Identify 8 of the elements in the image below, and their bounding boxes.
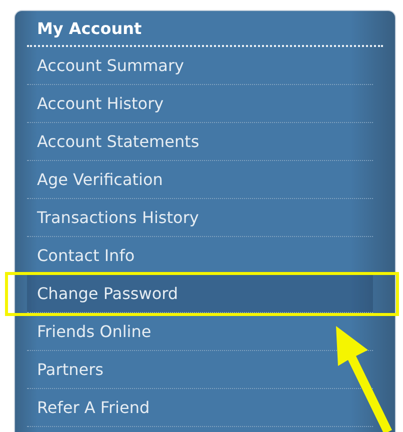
- menu-item[interactable]: Change Password: [27, 275, 373, 313]
- menu-item[interactable]: Account Summary: [27, 47, 373, 85]
- menu-item[interactable]: Contact Info: [27, 237, 373, 275]
- menu-item[interactable]: Age Verification: [27, 161, 373, 199]
- menu-item[interactable]: Transactions History: [27, 199, 373, 237]
- menu-item[interactable]: Account Statements: [27, 123, 373, 161]
- menu-item[interactable]: Account History: [27, 85, 373, 123]
- menu-title: My Account: [27, 15, 383, 47]
